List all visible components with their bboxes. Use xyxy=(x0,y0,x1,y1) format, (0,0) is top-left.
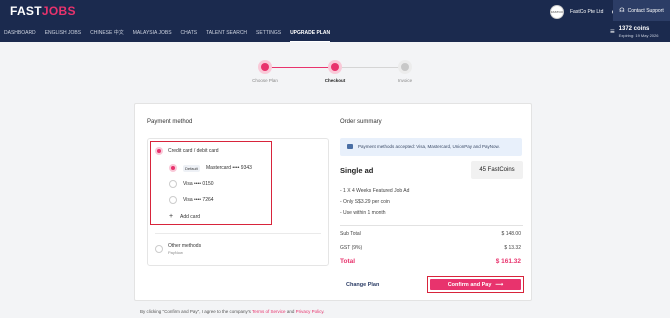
confirm-and-pay-button[interactable]: Confirm and Pay ⟶ xyxy=(430,279,521,290)
arrow-right-icon: ⟶ xyxy=(495,281,504,288)
terms-notice: By clicking "Confirm and Pay", I agree t… xyxy=(140,309,325,314)
card-label-visa-7264: Visa •••• 7264 xyxy=(183,197,214,203)
checkout-card: Payment method Order summary Credit card… xyxy=(134,103,532,301)
card-icon xyxy=(347,144,353,149)
payment-divider xyxy=(155,233,321,234)
total-value: $ 161.32 xyxy=(495,258,521,265)
main-navbar: DASHBOARD ENGLISH JOBS CHINESE 中文 MALAYS… xyxy=(0,25,670,42)
contact-support-label: Contact Support xyxy=(627,7,664,14)
payment-info-text: Payment methods accepted: Visa, Masterca… xyxy=(358,144,500,149)
change-plan-link[interactable]: Change Plan xyxy=(346,282,379,288)
card-radio-mastercard[interactable] xyxy=(169,164,177,172)
checkout-stepper: Choose Plan Checkout Invoice xyxy=(245,60,425,90)
nav-talent-search[interactable]: TALENT SEARCH xyxy=(206,25,247,42)
headset-icon: ☊ xyxy=(619,8,625,14)
plus-icon[interactable]: + xyxy=(169,213,173,220)
order-summary-title: Order summary xyxy=(340,119,382,125)
step-dot xyxy=(258,60,272,74)
credit-card-label: Credit card / debit card xyxy=(168,148,219,154)
fastjobs-logo[interactable]: FASTJOBS xyxy=(10,4,76,18)
other-methods-radio[interactable] xyxy=(155,245,163,253)
subtotal-value: $ 148.00 xyxy=(501,231,521,237)
card-label-mastercard: Mastercard •••• 9343 xyxy=(206,165,252,171)
logo-text-fast: FAST xyxy=(10,4,42,18)
terms-of-service-link[interactable]: Terms of Service xyxy=(252,309,286,314)
nav-upgrade-plan[interactable]: UPGRADE PLAN xyxy=(290,25,331,42)
step-dot xyxy=(398,60,412,74)
plan-price-badge: 45 FastCoins xyxy=(471,161,523,179)
payment-info-banner: Payment methods accepted: Visa, Masterca… xyxy=(340,138,522,156)
card-radio-visa-0150[interactable] xyxy=(169,180,177,188)
order-divider xyxy=(340,225,523,226)
logo-text-jobs: JOBS xyxy=(41,4,76,18)
terms-end: . xyxy=(323,309,325,314)
card-radio-visa-7264[interactable] xyxy=(169,196,177,204)
payment-method-title: Payment method xyxy=(147,119,193,125)
step-label: Choose Plan xyxy=(252,78,278,83)
coin-expiry: Expiring: 19 May 2026 xyxy=(618,33,659,38)
gst-value: $ 13.32 xyxy=(504,245,521,251)
company-avatar: FASTCO xyxy=(550,5,564,19)
nav-chinese-jobs[interactable]: CHINESE 中文 xyxy=(90,25,124,42)
company-menu[interactable]: FASTCO FastCo Pte Ltd ⚙ xyxy=(550,4,617,20)
nav-menu: DASHBOARD ENGLISH JOBS CHINESE 中文 MALAYS… xyxy=(4,25,339,42)
subtotal-label: Sub Total xyxy=(340,231,361,237)
add-card-button[interactable]: Add card xyxy=(180,214,200,220)
step-dot xyxy=(328,60,342,74)
step-label: Invoice xyxy=(397,78,413,83)
default-badge: Default xyxy=(183,165,200,172)
terms-and: and xyxy=(286,309,295,314)
other-methods-sub: PayNow xyxy=(168,250,183,255)
top-header: FASTJOBS FASTCO FastCo Pte Ltd ⚙ ☊ Conta… xyxy=(0,0,670,25)
step-checkout: Checkout xyxy=(315,60,355,83)
step-label: Checkout xyxy=(324,78,346,83)
plan-name: Single ad xyxy=(340,166,374,175)
coin-stack-icon: ≡ xyxy=(610,27,615,36)
nav-settings[interactable]: SETTINGS xyxy=(256,25,281,42)
credit-card-radio[interactable] xyxy=(155,147,163,155)
card-label-visa-0150: Visa •••• 0150 xyxy=(183,181,214,187)
plan-feature: - Use within 1 month xyxy=(340,210,386,216)
other-methods-label: Other methods xyxy=(168,243,202,249)
total-label: Total xyxy=(340,258,356,265)
plan-feature: - 1 X 4 Weeks Featured Job Ad xyxy=(340,188,410,194)
company-name: FastCo Pte Ltd xyxy=(570,9,604,15)
nav-english-jobs[interactable]: ENGLISH JOBS xyxy=(45,25,81,42)
terms-prefix: By clicking "Confirm and Pay", I agree t… xyxy=(140,309,251,314)
nav-malaysia-jobs[interactable]: MALAYSIA JOBS xyxy=(133,25,172,42)
coin-amount: 1372 coins xyxy=(618,26,650,32)
nav-chats[interactable]: CHATS xyxy=(181,25,198,42)
gst-label: GST (9%) xyxy=(340,245,363,251)
nav-dashboard[interactable]: DASHBOARD xyxy=(4,25,36,42)
plan-feature: - Only S$3.29 per coin xyxy=(340,199,390,205)
privacy-policy-link[interactable]: Privacy Policy xyxy=(296,309,324,314)
step-invoice: Invoice xyxy=(385,60,425,83)
confirm-label: Confirm and Pay xyxy=(447,281,492,288)
contact-support-button[interactable]: ☊ Contact Support xyxy=(613,0,670,21)
step-choose-plan: Choose Plan xyxy=(245,60,285,83)
coin-balance[interactable]: ≡ 1372 coins Expiring: 19 May 2026 xyxy=(610,26,658,38)
